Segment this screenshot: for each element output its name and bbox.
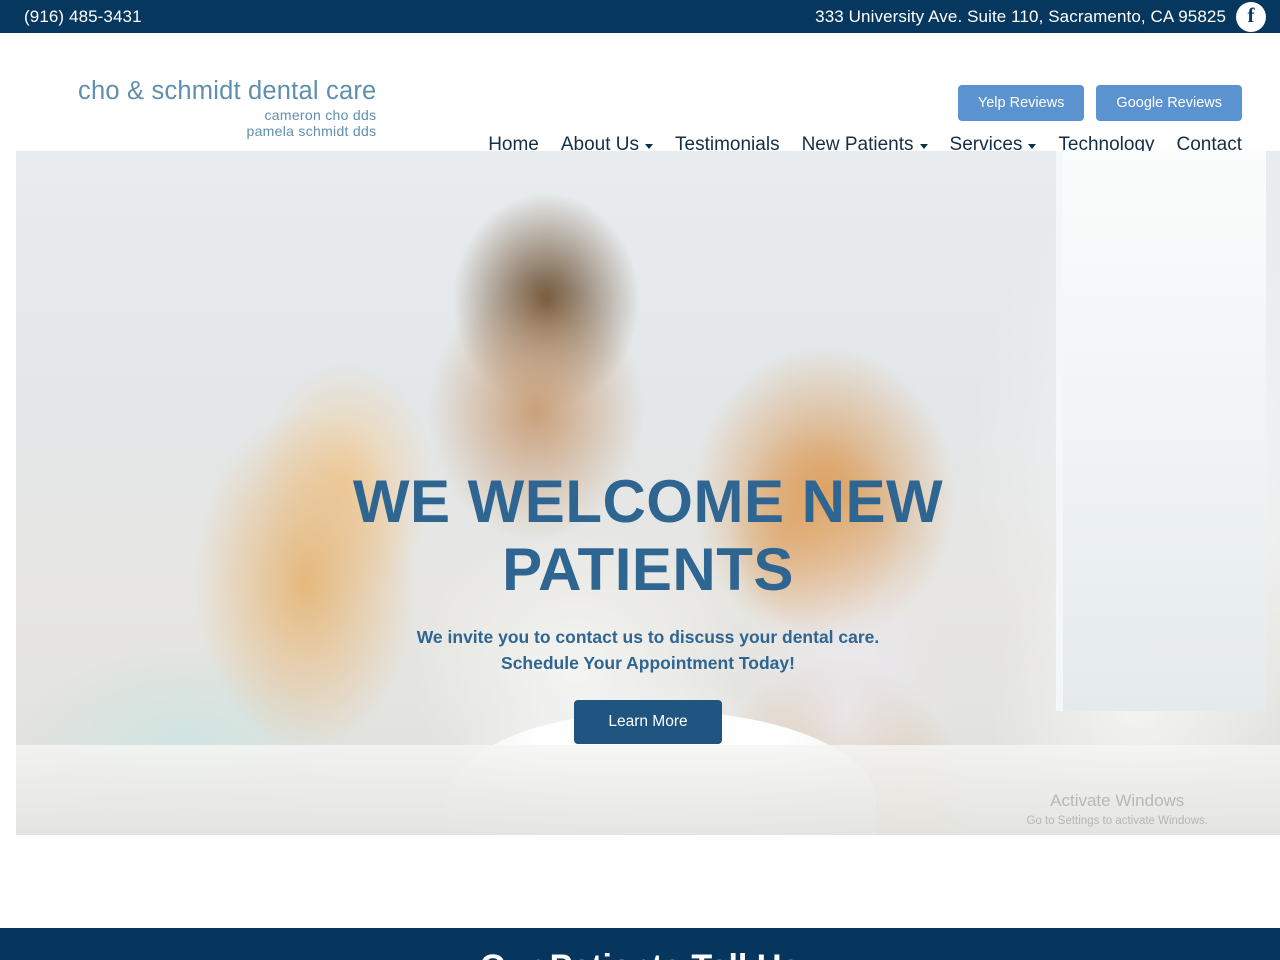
topbar-right-group: 333 University Ave. Suite 110, Sacrament… xyxy=(815,1,1266,32)
review-buttons-group: Yelp Reviews Google Reviews xyxy=(957,85,1242,121)
logo-doctor-1: cameron cho dds xyxy=(264,106,377,123)
logo-practice-name: cho & schmidt dental care xyxy=(78,77,377,105)
hero-subtext-line-2: Schedule Your Appointment Today! xyxy=(501,652,795,673)
site-header: cho & schmidt dental care cameron cho dd… xyxy=(0,33,1280,155)
testimonials-section-band: Our Patients Tell Us xyxy=(0,928,1280,960)
hero-subtext: We invite you to contact us to discuss y… xyxy=(417,624,880,677)
google-reviews-button[interactable]: Google Reviews xyxy=(1096,85,1242,121)
phone-number-link[interactable]: (916) 485-3431 xyxy=(24,7,142,27)
top-utility-bar: (916) 485-3431 333 University Ave. Suite… xyxy=(0,0,1280,33)
section-spacer xyxy=(0,835,1280,928)
testimonials-section-title: Our Patients Tell Us xyxy=(0,928,1280,960)
hero-banner: WE WELCOME NEW PATIENTS We invite you to… xyxy=(16,151,1280,835)
logo-doctor-2: pamela schmidt dds xyxy=(246,122,377,139)
yelp-reviews-button[interactable]: Yelp Reviews xyxy=(957,85,1085,121)
address-text: 333 University Ave. Suite 110, Sacrament… xyxy=(815,6,1226,26)
chevron-down-icon xyxy=(1028,144,1037,149)
hero-headline: WE WELCOME NEW PATIENTS xyxy=(352,468,944,603)
learn-more-button[interactable]: Learn More xyxy=(574,700,722,745)
chevron-down-icon xyxy=(919,144,928,149)
hero-subtext-line-1: We invite you to contact us to discuss y… xyxy=(416,626,880,647)
site-logo[interactable]: cho & schmidt dental care cameron cho dd… xyxy=(78,77,377,139)
hero-content-overlay: WE WELCOME NEW PATIENTS We invite you to… xyxy=(16,151,1280,835)
facebook-icon[interactable]: f xyxy=(1236,1,1266,32)
chevron-down-icon xyxy=(645,144,654,149)
